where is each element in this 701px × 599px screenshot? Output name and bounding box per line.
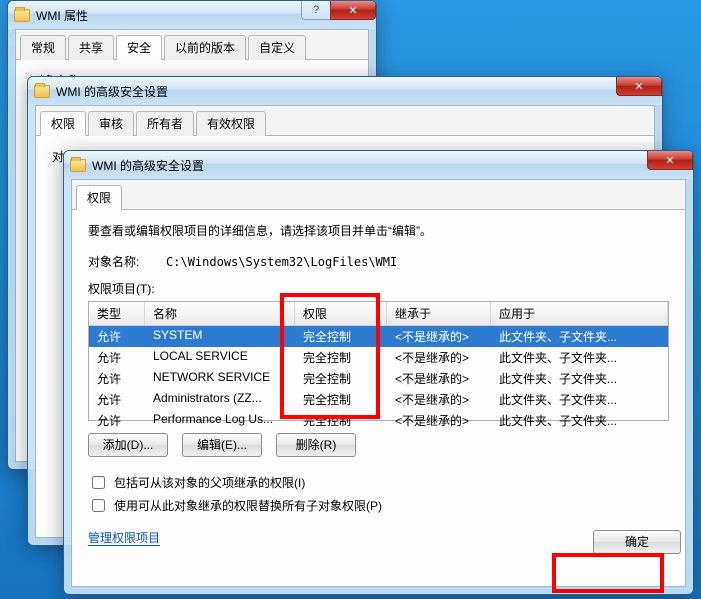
tab-general[interactable]: 常规 <box>20 35 66 60</box>
col-apply[interactable]: 应用于 <box>491 302 668 325</box>
permission-list[interactable]: 类型 名称 权限 继承于 应用于 允许SYSTEM完全控制<不是继承的>此文件夹… <box>88 301 669 421</box>
close-button[interactable]: ✕ <box>616 77 662 96</box>
manage-permissions-link[interactable]: 管理权限项目 <box>88 531 160 546</box>
replace-checkbox[interactable] <box>92 499 105 512</box>
tab-effective[interactable]: 有效权限 <box>196 111 266 136</box>
tab-security[interactable]: 安全 <box>116 35 162 60</box>
dialog-body: 要查看或编辑权限项目的详细信息，请选择该项目并单击“编辑”。 对象名称: C:\… <box>72 210 685 558</box>
table-row[interactable]: 允许Performance Log Us...完全控制<不是继承的>此文件夹、子… <box>89 410 668 431</box>
tab-permissions[interactable]: 权限 <box>40 111 86 136</box>
instruction-text: 要查看或编辑权限项目的详细信息，请选择该项目并单击“编辑”。 <box>88 222 669 239</box>
inherit-checkbox[interactable] <box>92 476 105 489</box>
col-name[interactable]: 名称 <box>145 302 295 325</box>
titlebar[interactable]: WMI 属性 ? ✕ <box>8 1 376 29</box>
permission-list-header: 类型 名称 权限 继承于 应用于 <box>89 302 668 326</box>
tabs: 权限 <box>72 180 685 210</box>
folder-icon <box>70 159 86 172</box>
tab-prev-ver[interactable]: 以前的版本 <box>164 35 246 60</box>
window-title: WMI 属性 <box>36 7 88 24</box>
ok-button[interactable]: 确定 <box>593 530 681 554</box>
window-adv-security-2: WMI 的高级安全设置 ✕ 权限 要查看或编辑权限项目的详细信息，请选择该项目并… <box>63 150 694 595</box>
object-name-value: C:\Windows\System32\LogFiles\WMI <box>166 255 397 269</box>
tab-custom[interactable]: 自定义 <box>248 35 306 60</box>
table-row[interactable]: 允许Administrators (ZZ...完全控制<不是继承的>此文件夹、子… <box>89 389 668 410</box>
titlebar[interactable]: WMI 的高级安全设置 ✕ <box>28 77 662 105</box>
close-button[interactable]: ✕ <box>647 151 693 170</box>
tab-permissions[interactable]: 权限 <box>76 185 122 210</box>
tabs: 常规 共享 安全 以前的版本 自定义 <box>16 30 368 60</box>
folder-icon <box>34 85 50 98</box>
tab-audit[interactable]: 审核 <box>88 111 134 136</box>
tab-share[interactable]: 共享 <box>68 35 114 60</box>
tab-owner[interactable]: 所有者 <box>136 111 194 136</box>
table-row[interactable]: 允许SYSTEM完全控制<不是继承的>此文件夹、子文件夹... <box>89 326 668 347</box>
object-name-label: 对象名称: <box>88 255 139 269</box>
edit-button[interactable]: 编辑(E)... <box>182 433 262 457</box>
replace-checkbox-row[interactable]: 使用可从此对象继承的权限替换所有子对象权限(P) <box>88 496 669 515</box>
col-inherit[interactable]: 继承于 <box>387 302 491 325</box>
perm-items-label: 权限项目(T): <box>88 280 669 297</box>
add-button[interactable]: 添加(D)... <box>88 433 168 457</box>
window-title: WMI 的高级安全设置 <box>92 157 204 174</box>
tabs: 权限 审核 所有者 有效权限 <box>36 106 654 136</box>
inherit-checkbox-row[interactable]: 包括可从该对象的父项继承的权限(I) <box>88 473 669 492</box>
remove-button[interactable]: 删除(R) <box>276 433 356 457</box>
table-row[interactable]: 允许LOCAL SERVICE完全控制<不是继承的>此文件夹、子文件夹... <box>89 347 668 368</box>
replace-checkbox-label: 使用可从此对象继承的权限替换所有子对象权限(P) <box>114 497 382 514</box>
inherit-checkbox-label: 包括可从该对象的父项继承的权限(I) <box>114 474 305 491</box>
col-type[interactable]: 类型 <box>89 302 145 325</box>
close-button[interactable]: ✕ <box>330 1 376 20</box>
table-row[interactable]: 允许NETWORK SERVICE完全控制<不是继承的>此文件夹、子文件夹... <box>89 368 668 389</box>
folder-icon <box>14 9 30 22</box>
help-button[interactable]: ? <box>301 1 331 20</box>
window-title: WMI 的高级安全设置 <box>56 83 168 100</box>
col-perm[interactable]: 权限 <box>295 302 387 325</box>
titlebar[interactable]: WMI 的高级安全设置 ✕ <box>64 151 693 179</box>
